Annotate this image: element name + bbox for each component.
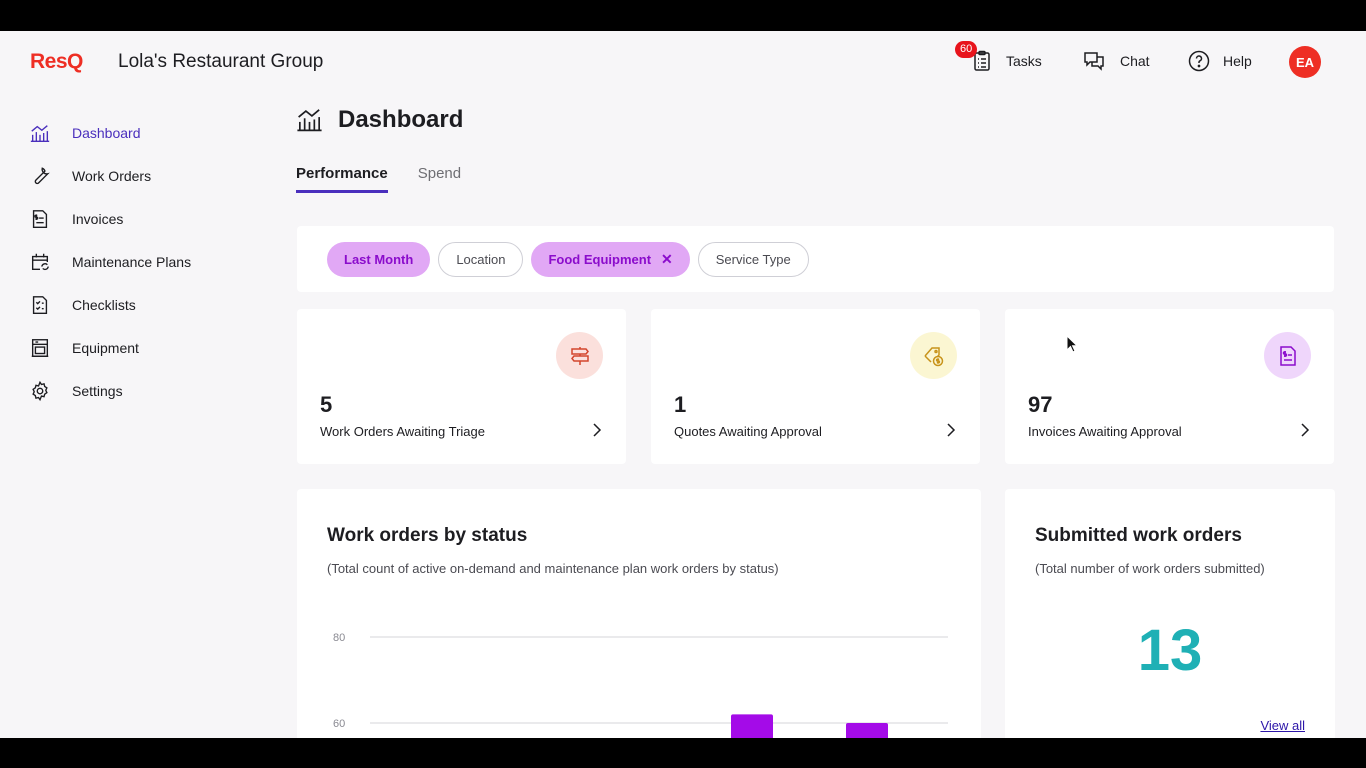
dashboard-icon (30, 124, 50, 142)
bar-chart: 80 60 (333, 632, 948, 738)
sidebar-item-maintenance-plans[interactable]: Maintenance Plans (0, 240, 260, 283)
stat-card-invoices-approval[interactable]: 97 Invoices Awaiting Approval (1005, 309, 1334, 464)
filter-chip-location[interactable]: Location (438, 241, 524, 277)
close-icon[interactable]: ✕ (661, 251, 673, 268)
help-label: Help (1223, 53, 1252, 69)
stat-label: Work Orders Awaiting Triage (320, 424, 485, 439)
top-bar: ResQ Lola's Restaurant Group Tasks 60 Ch… (0, 31, 1366, 93)
sidebar-item-settings[interactable]: Settings (0, 369, 260, 412)
sidebar-item-label: Maintenance Plans (72, 253, 192, 270)
stat-value: 1 (674, 392, 687, 417)
calendar-refresh-icon (31, 253, 49, 270)
chart-bar[interactable] (846, 723, 888, 738)
app-window: ResQ Lola's Restaurant Group Tasks 60 Ch… (0, 31, 1366, 738)
filter-chip-food-equipment[interactable]: Food Equipment ✕ (531, 241, 690, 277)
filter-chip-service-type[interactable]: Service Type (697, 241, 809, 277)
equipment-icon (31, 338, 49, 357)
sidebar-item-label: Invoices (72, 210, 124, 227)
stat-card-quotes-approval[interactable]: 1 Quotes Awaiting Approval (651, 309, 980, 464)
mouse-cursor-icon (1066, 334, 1079, 358)
filter-chip-label: Last Month (344, 251, 414, 267)
card-subtitle: (Total number of work orders submitted) (1035, 561, 1265, 576)
submitted-work-orders-card: Submitted work orders (Total number of w… (1005, 489, 1335, 738)
y-tick-label: 80 (333, 632, 345, 644)
invoice-icon (32, 209, 48, 228)
view-all-link[interactable]: View all (1260, 718, 1305, 733)
stat-value: 97 (1028, 392, 1053, 417)
tab-performance[interactable]: Performance (296, 165, 388, 193)
wrench-icon (34, 166, 50, 184)
y-tick-label: 60 (333, 718, 345, 730)
sidebar-nav: Dashboard Work Orders Invoices Maintenan… (0, 111, 260, 412)
tab-spend[interactable]: Spend (418, 165, 461, 193)
dashboard-icon (297, 109, 322, 132)
filter-chip-label: Service Type (715, 251, 791, 267)
filter-bar: Last Month Location Food Equipment ✕ Ser… (297, 226, 1334, 292)
chat-label: Chat (1120, 53, 1150, 69)
tasks-button[interactable]: Tasks (970, 49, 1042, 73)
chat-button[interactable]: Chat (1082, 49, 1150, 73)
tasks-label: Tasks (1006, 53, 1042, 69)
stat-value: 5 (320, 392, 333, 417)
page-title: Dashboard (338, 105, 464, 133)
filter-chip-last-month[interactable]: Last Month (327, 241, 431, 277)
sidebar-item-invoices[interactable]: Invoices (0, 197, 260, 240)
sidebar-item-label: Work Orders (72, 167, 152, 184)
sidebar-item-equipment[interactable]: Equipment (0, 326, 260, 369)
filter-chip-label: Location (456, 251, 506, 267)
organization-name: Lola's Restaurant Group (118, 51, 324, 72)
user-avatar[interactable]: EA (1289, 46, 1321, 78)
chevron-right-icon (1300, 423, 1310, 440)
stat-label: Invoices Awaiting Approval (1028, 424, 1182, 439)
filter-chip-label: Food Equipment (548, 251, 652, 267)
chevron-right-icon (946, 423, 956, 440)
stat-card-work-orders-triage[interactable]: 5 Work Orders Awaiting Triage (297, 309, 626, 464)
chat-icon (1084, 52, 1104, 71)
sidebar-item-checklists[interactable]: Checklists (0, 283, 260, 326)
card-title: Submitted work orders (1035, 525, 1242, 546)
checklist-icon (32, 295, 48, 314)
work-orders-status-card: Work orders by status (Total count of ac… (297, 489, 981, 738)
help-icon (1188, 50, 1210, 72)
chevron-right-icon (592, 423, 602, 440)
sidebar-item-dashboard[interactable]: Dashboard (0, 111, 260, 154)
submitted-count: 13 (1137, 618, 1203, 683)
stat-label: Quotes Awaiting Approval (674, 424, 822, 439)
sidebar-item-label: Equipment (72, 339, 139, 356)
chart-bar[interactable] (731, 714, 773, 738)
resq-logo[interactable]: ResQ (30, 50, 83, 74)
signpost-icon (556, 332, 603, 379)
help-button[interactable]: Help (1187, 49, 1252, 73)
tab-bar: Performance Spend (296, 165, 461, 193)
sidebar-item-label: Checklists (72, 296, 136, 313)
sidebar-item-label: Settings (72, 382, 123, 399)
price-tag-icon (910, 332, 957, 379)
page-header: Dashboard (295, 105, 463, 134)
sidebar-item-label: Dashboard (72, 124, 141, 141)
gear-icon (32, 380, 48, 401)
invoice-dollar-icon (1264, 332, 1311, 379)
tasks-count-badge: 60 (955, 41, 978, 58)
sidebar-item-work-orders[interactable]: Work Orders (0, 154, 260, 197)
